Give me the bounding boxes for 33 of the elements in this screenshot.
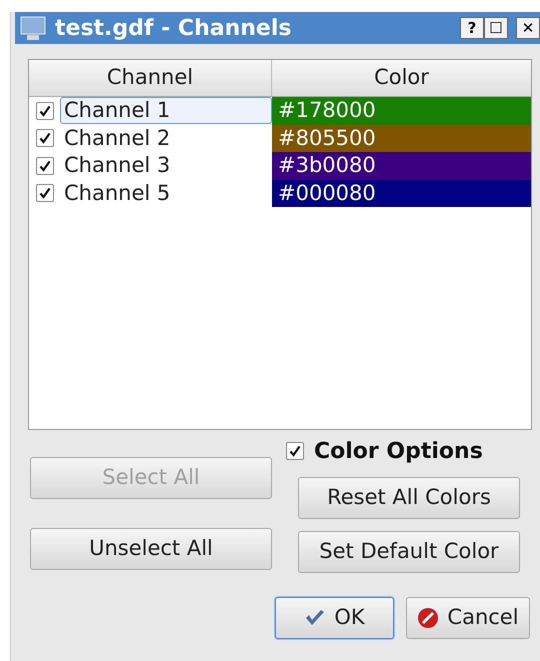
check-icon xyxy=(39,104,51,117)
reset-colors-button[interactable]: Reset All Colors xyxy=(298,477,520,519)
color-options-label: Color Options xyxy=(314,438,483,466)
check-icon xyxy=(39,160,51,172)
checkbox[interactable] xyxy=(36,156,54,175)
window-title: test.gdf - Channels xyxy=(55,14,292,42)
ok-button[interactable]: OK xyxy=(275,597,394,639)
channel-name[interactable]: Channel 3 xyxy=(60,152,272,180)
checkbox[interactable] xyxy=(36,102,54,120)
checkbox[interactable] xyxy=(36,129,54,148)
help-button[interactable]: ? xyxy=(460,17,484,39)
default-color-button[interactable]: Set Default Color xyxy=(298,531,520,573)
channel-name[interactable]: Channel 2 xyxy=(60,124,272,152)
check-icon xyxy=(289,445,301,457)
color-cell[interactable]: #178000 xyxy=(272,97,531,124)
color-cell[interactable]: #3b0080 xyxy=(272,152,531,180)
cancel-button[interactable]: Cancel xyxy=(406,597,530,639)
channel-name[interactable]: Channel 5 xyxy=(60,180,272,207)
checkbox[interactable] xyxy=(36,184,54,202)
column-header[interactable]: Channel xyxy=(29,60,272,96)
maximize-button[interactable]: ☐ xyxy=(484,17,508,39)
stop-icon xyxy=(417,607,440,629)
monitor-icon xyxy=(19,14,47,42)
column-header[interactable]: Color xyxy=(272,60,531,96)
color-cell[interactable]: #805500 xyxy=(272,124,531,152)
checkbox[interactable] xyxy=(286,442,304,460)
check-icon xyxy=(39,187,51,200)
check-icon xyxy=(39,132,51,144)
checkmark-icon xyxy=(304,609,326,627)
close-button[interactable]: ✕ xyxy=(516,17,540,39)
color-cell[interactable]: #000080 xyxy=(272,180,531,207)
unselect-all-button[interactable]: Unselect All xyxy=(30,528,272,570)
channel-name[interactable]: Channel 1 xyxy=(60,97,272,124)
